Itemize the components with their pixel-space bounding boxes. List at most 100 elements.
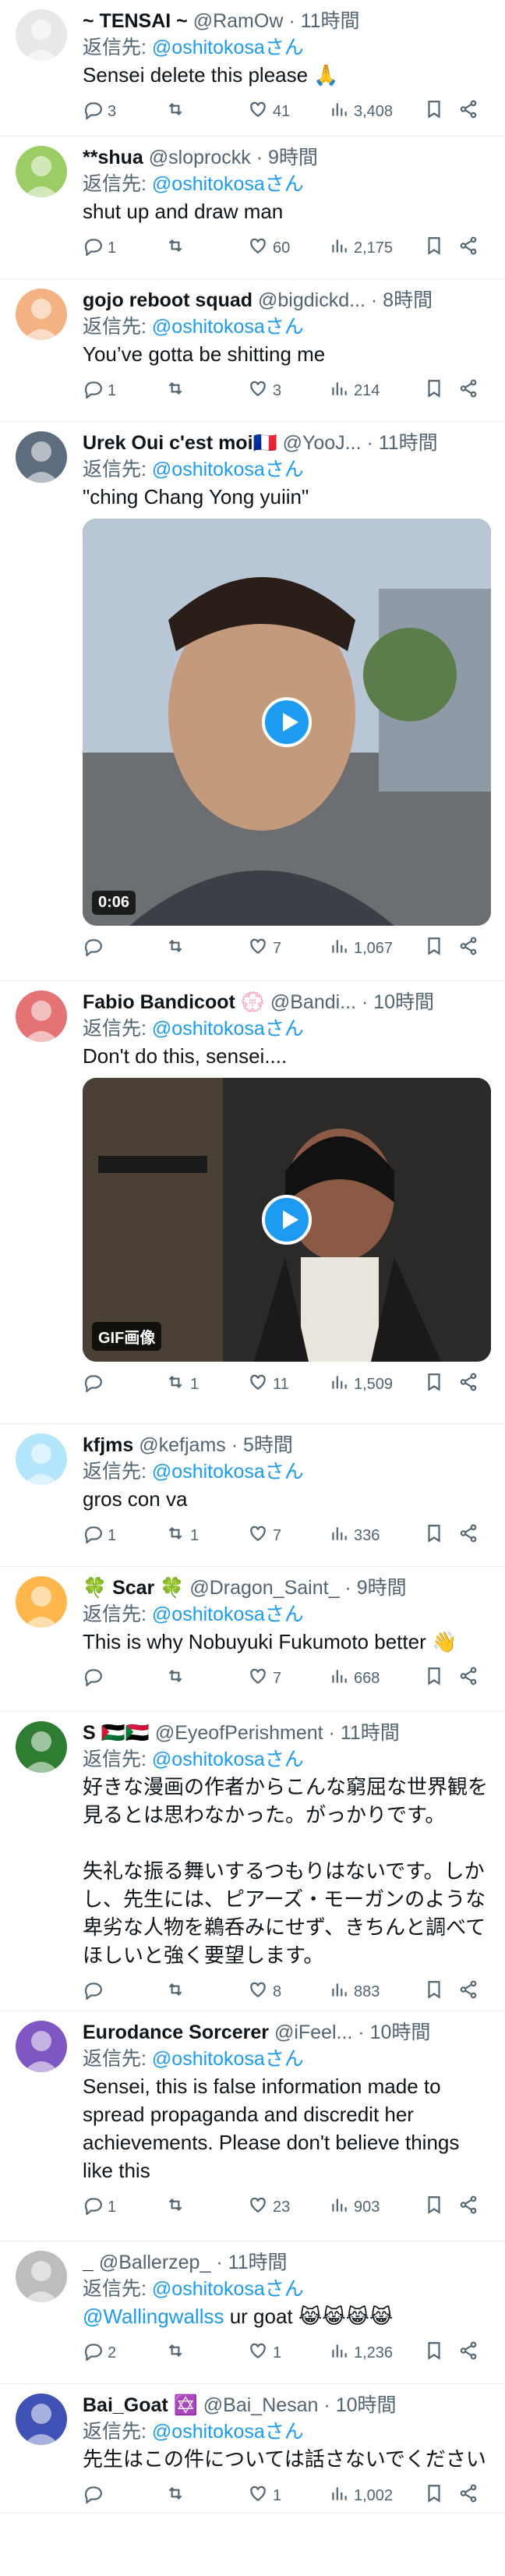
like-button[interactable]: 23 bbox=[248, 2195, 329, 2220]
reply-tweet[interactable]: gojo reboot squad @bigdickd... · 8時間 返信先:… bbox=[0, 279, 505, 422]
reply-tweet[interactable]: **shua @sloprockk · 9時間 返信先: @oshitokosaさ… bbox=[0, 136, 505, 279]
reply-to-mention[interactable]: @oshitokosaさん bbox=[152, 1749, 304, 1770]
timestamp[interactable]: 9時間 bbox=[357, 1577, 407, 1599]
views-button[interactable]: 336 bbox=[329, 1523, 424, 1548]
reply-button[interactable] bbox=[83, 1372, 165, 1397]
share-button[interactable] bbox=[458, 2483, 479, 2508]
timestamp[interactable]: 5時間 bbox=[243, 1434, 293, 1456]
share-button[interactable] bbox=[458, 1372, 479, 1397]
reply-tweet[interactable]: S 🇵🇸🇸🇩 @EyeofPerishment · 11時間 返信先: @oshi… bbox=[0, 1712, 505, 2011]
user-handle[interactable]: @Bandi... bbox=[270, 991, 356, 1013]
user-handle[interactable]: @YooJ... bbox=[283, 432, 362, 454]
retweet-button[interactable] bbox=[165, 2195, 248, 2220]
display-name[interactable]: ~ TENSAI ~ bbox=[83, 10, 188, 32]
bookmark-button[interactable] bbox=[424, 1666, 458, 1691]
display-name[interactable]: Fabio Bandicoot 💮 bbox=[83, 991, 265, 1013]
timestamp[interactable]: 11時間 bbox=[301, 10, 360, 32]
retweet-button[interactable] bbox=[165, 2483, 248, 2508]
avatar[interactable] bbox=[16, 289, 67, 340]
like-button[interactable]: 11 bbox=[248, 1372, 329, 1397]
user-handle[interactable]: @Ballerzep_ bbox=[99, 2252, 211, 2273]
views-button[interactable]: 3,408 bbox=[329, 99, 424, 124]
play-icon[interactable] bbox=[262, 1195, 312, 1245]
user-handle[interactable]: @Dragon_Saint_ bbox=[189, 1577, 339, 1599]
user-handle[interactable]: @sloprockk bbox=[149, 147, 251, 168]
share-button[interactable] bbox=[458, 1523, 479, 1548]
views-button[interactable]: 1,236 bbox=[329, 2340, 424, 2365]
like-button[interactable]: 41 bbox=[248, 99, 329, 124]
user-handle[interactable]: @RamOw bbox=[193, 10, 284, 32]
views-button[interactable]: 214 bbox=[329, 378, 424, 403]
reply-to-mention[interactable]: @oshitokosaさん bbox=[152, 173, 304, 195]
share-button[interactable] bbox=[458, 2340, 479, 2365]
retweet-button[interactable] bbox=[165, 236, 248, 260]
like-button[interactable]: 7 bbox=[248, 1523, 329, 1548]
timestamp[interactable]: 11時間 bbox=[228, 2252, 288, 2273]
avatar[interactable] bbox=[16, 1576, 67, 1628]
display-name[interactable]: gojo reboot squad bbox=[83, 289, 252, 311]
bookmark-button[interactable] bbox=[424, 1523, 458, 1548]
retweet-button[interactable] bbox=[165, 1979, 248, 2004]
avatar[interactable] bbox=[16, 1433, 67, 1485]
user-handle[interactable]: @iFeel... bbox=[274, 2021, 352, 2043]
user-handle[interactable]: @bigdickd... bbox=[258, 289, 366, 311]
avatar[interactable] bbox=[16, 431, 67, 483]
reply-tweet[interactable]: 🍀 Scar 🍀 @Dragon_Saint_ · 9時間 返信先: @oshit… bbox=[0, 1567, 505, 1712]
avatar[interactable] bbox=[16, 990, 67, 1042]
display-name[interactable]: Eurodance Sorcerer bbox=[83, 2021, 269, 2043]
reply-to-mention[interactable]: @oshitokosaさん bbox=[152, 2421, 304, 2443]
timestamp[interactable]: 10時間 bbox=[370, 2021, 431, 2043]
timestamp[interactable]: 10時間 bbox=[373, 991, 434, 1013]
like-button[interactable]: 1 bbox=[248, 2483, 329, 2508]
like-button[interactable]: 60 bbox=[248, 236, 329, 260]
like-button[interactable]: 1 bbox=[248, 2340, 329, 2365]
retweet-button[interactable] bbox=[165, 378, 248, 403]
bookmark-button[interactable] bbox=[424, 2195, 458, 2220]
avatar[interactable] bbox=[16, 9, 67, 61]
like-button[interactable]: 7 bbox=[248, 936, 329, 961]
views-button[interactable]: 883 bbox=[329, 1979, 424, 2004]
bookmark-button[interactable] bbox=[424, 1979, 458, 2004]
bookmark-button[interactable] bbox=[424, 2340, 458, 2365]
reply-tweet[interactable]: Urek Oui c'est moi🇫🇷 @YooJ... · 11時間 返信先:… bbox=[0, 422, 505, 981]
reply-button[interactable] bbox=[83, 2483, 165, 2508]
like-button[interactable]: 7 bbox=[248, 1666, 329, 1691]
reply-to-mention[interactable]: @oshitokosaさん bbox=[152, 1461, 304, 1483]
bookmark-button[interactable] bbox=[424, 236, 458, 260]
user-handle[interactable]: @Bai_Nesan bbox=[203, 2394, 319, 2416]
share-button[interactable] bbox=[458, 2195, 479, 2220]
reply-to-mention[interactable]: @oshitokosaさん bbox=[152, 2048, 304, 2070]
retweet-button[interactable] bbox=[165, 99, 248, 124]
avatar[interactable] bbox=[16, 1721, 67, 1773]
share-button[interactable] bbox=[458, 236, 479, 260]
retweet-button[interactable] bbox=[165, 936, 248, 961]
reply-button[interactable]: 1 bbox=[83, 1523, 165, 1548]
share-button[interactable] bbox=[458, 1979, 479, 2004]
timestamp[interactable]: 10時間 bbox=[336, 2394, 397, 2416]
retweet-button[interactable] bbox=[165, 1666, 248, 1691]
reply-button[interactable]: 3 bbox=[83, 99, 165, 124]
share-button[interactable] bbox=[458, 936, 479, 961]
reply-tweet[interactable]: ~ TENSAI ~ @RamOw · 11時間 返信先: @oshitokosa… bbox=[0, 0, 505, 136]
avatar[interactable] bbox=[16, 146, 67, 197]
video-player[interactable]: 0:06 bbox=[83, 519, 491, 926]
text-mention[interactable]: @Wallingwallss bbox=[83, 2305, 224, 2328]
reply-button[interactable]: 2 bbox=[83, 2340, 165, 2365]
reply-tweet[interactable]: Bai_Goat ✡️ @Bai_Nesan · 10時間 返信先: @oshit… bbox=[0, 2384, 505, 2514]
views-button[interactable]: 668 bbox=[329, 1666, 424, 1691]
share-button[interactable] bbox=[458, 1666, 479, 1691]
display-name[interactable]: _ bbox=[83, 2252, 94, 2273]
views-button[interactable]: 903 bbox=[329, 2195, 424, 2220]
views-button[interactable]: 2,175 bbox=[329, 236, 424, 260]
timestamp[interactable]: 9時間 bbox=[268, 147, 318, 168]
retweet-button[interactable] bbox=[165, 2340, 248, 2365]
share-button[interactable] bbox=[458, 99, 479, 124]
display-name[interactable]: S 🇵🇸🇸🇩 bbox=[83, 1722, 150, 1744]
user-handle[interactable]: @kefjams bbox=[139, 1434, 226, 1456]
reply-button[interactable] bbox=[83, 1666, 165, 1691]
user-handle[interactable]: @EyeofPerishment bbox=[155, 1722, 323, 1744]
reply-to-mention[interactable]: @oshitokosaさん bbox=[152, 37, 304, 58]
display-name[interactable]: **shua bbox=[83, 147, 143, 168]
views-button[interactable]: 1,067 bbox=[329, 936, 424, 961]
views-button[interactable]: 1,002 bbox=[329, 2483, 424, 2508]
